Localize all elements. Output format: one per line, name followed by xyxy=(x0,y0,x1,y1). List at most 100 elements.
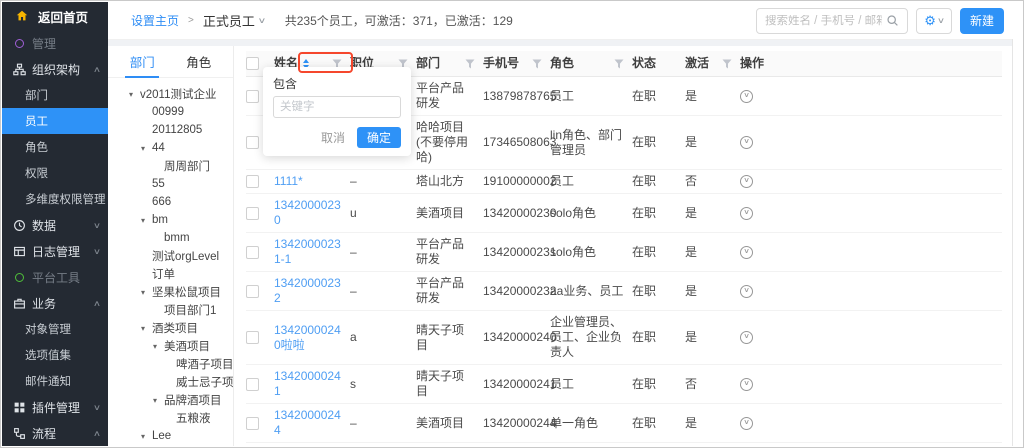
tree-node[interactable]: 666 xyxy=(108,193,233,211)
sidebar-item-object-management[interactable]: 对象管理 xyxy=(2,316,108,342)
tree-node[interactable]: 美酒项目 xyxy=(108,337,233,355)
search-icon[interactable] xyxy=(886,14,899,27)
row-actions-icon[interactable] xyxy=(740,175,753,188)
row-actions-icon[interactable] xyxy=(740,331,753,344)
row-actions-icon[interactable] xyxy=(740,246,753,259)
tree-expand-arrow[interactable] xyxy=(141,216,152,225)
row-actions-icon[interactable] xyxy=(740,378,753,391)
table-row: 13420000240啦啦 a 晴天子项目 13420000240 企业管理员、… xyxy=(246,311,1002,365)
tree-expand-arrow[interactable] xyxy=(141,144,152,153)
row-actions-icon[interactable] xyxy=(740,136,753,149)
tree-node[interactable]: 坚果松鼠项目 xyxy=(108,283,233,301)
search-box xyxy=(756,8,908,34)
role-cell: solo角色 xyxy=(550,245,596,259)
sidebar-item-guanli[interactable]: 管理 xyxy=(2,30,108,56)
filter-icon[interactable] xyxy=(465,59,475,69)
tab-roles[interactable]: 角色 xyxy=(171,46,228,77)
row-checkbox[interactable] xyxy=(246,417,259,430)
role-cell: 员工 xyxy=(550,377,574,391)
breadcrumb-home-link[interactable]: 设置主页 xyxy=(131,12,179,29)
tree-node-label: v2011测试企业 xyxy=(140,86,216,102)
search-input[interactable] xyxy=(765,15,882,27)
sidebar-item-logs[interactable]: 日志管理 ∨ xyxy=(2,238,108,264)
sidebar-item-multidim-permissions[interactable]: 多维度权限管理 xyxy=(2,186,108,212)
scrollbar-track[interactable] xyxy=(1012,39,1022,446)
sidebar-item-option-sets[interactable]: 选项值集 xyxy=(2,342,108,368)
sidebar-item-workflow[interactable]: 流程 ∧ xyxy=(2,420,108,446)
employee-name-link[interactable]: 13420000232 xyxy=(274,276,342,306)
tree-node-label: bmm xyxy=(164,232,190,244)
grid-icon xyxy=(12,401,27,414)
employee-name-link[interactable]: 13420000240啦啦 xyxy=(274,323,342,353)
tab-departments[interactable]: 部门 xyxy=(114,46,171,77)
row-actions-icon[interactable] xyxy=(740,285,753,298)
filter-keyword-input[interactable] xyxy=(273,96,401,118)
tree-node[interactable]: 五粮液 xyxy=(108,409,233,427)
employee-name-link[interactable]: 13420000230 xyxy=(274,198,342,228)
filter-cancel-button[interactable]: 取消 xyxy=(321,129,345,146)
tree-node[interactable]: 55 xyxy=(108,175,233,193)
tree-node[interactable]: 订单 xyxy=(108,265,233,283)
employee-name-link[interactable]: 1111* xyxy=(274,174,342,189)
employee-name-link[interactable]: 13420000241 xyxy=(274,369,342,399)
tree-node[interactable]: 酒类项目 xyxy=(108,319,233,337)
employee-name-link[interactable]: 13420000231-1 xyxy=(274,237,342,267)
row-actions-icon[interactable] xyxy=(740,90,753,103)
tree-node[interactable]: 周周部门 xyxy=(108,157,233,175)
sidebar-item-business[interactable]: 业务 ∧ xyxy=(2,290,108,316)
tree-node[interactable]: 44 xyxy=(108,139,233,157)
tree-node-label: 威士忌子项目 xyxy=(176,374,234,390)
tree-node[interactable]: bmm xyxy=(108,229,233,247)
row-checkbox[interactable] xyxy=(246,175,259,188)
tree-node[interactable]: 品牌酒项目 xyxy=(108,391,233,409)
phone-cell: 13420000241 xyxy=(483,377,556,392)
employee-name-link[interactable]: 13420000244 xyxy=(274,408,342,438)
row-checkbox[interactable] xyxy=(246,207,259,220)
settings-dropdown-button[interactable]: ⚙ ∨ xyxy=(916,8,952,34)
tree-expand-arrow[interactable] xyxy=(141,288,152,297)
sidebar-item-data[interactable]: 数据 ∨ xyxy=(2,212,108,238)
tree-expand-arrow[interactable] xyxy=(153,396,164,405)
tree-node[interactable]: 项目部门1 xyxy=(108,301,233,319)
chevron-down-icon[interactable]: ∨ xyxy=(257,16,266,25)
row-actions-icon[interactable] xyxy=(740,417,753,430)
tree-expand-arrow[interactable] xyxy=(153,342,164,351)
sidebar-item-departments[interactable]: 部门 xyxy=(2,82,108,108)
role-cell: 企业管理员、员工、企业负责人 xyxy=(550,315,622,359)
tree-node[interactable]: 啤酒子项目 xyxy=(108,355,233,373)
tree-node[interactable]: Lee xyxy=(108,427,233,445)
breadcrumb-current[interactable]: 正式员工 xyxy=(203,11,255,30)
tree-expand-arrow[interactable] xyxy=(141,324,152,333)
tree-expand-arrow[interactable] xyxy=(129,90,140,99)
sidebar-home-link[interactable]: 返回首页 xyxy=(2,2,108,30)
select-all-checkbox[interactable] xyxy=(246,57,259,70)
tree-node-label: 666 xyxy=(152,196,171,208)
tree-node[interactable]: v2011测试企业 xyxy=(108,85,233,103)
tree-node[interactable]: 20112805 xyxy=(108,121,233,139)
sidebar-item-employees[interactable]: 员工 xyxy=(2,108,108,134)
tree-node-label: 00999 xyxy=(152,106,184,118)
row-checkbox[interactable] xyxy=(246,136,259,149)
sidebar-item-permissions[interactable]: 权限 xyxy=(2,160,108,186)
tree-node[interactable]: 威士忌子项目 xyxy=(108,373,233,391)
sidebar-item-platform-tools[interactable]: 平台工具 xyxy=(2,264,108,290)
create-new-button[interactable]: 新建 xyxy=(960,8,1004,34)
row-actions-icon[interactable] xyxy=(740,207,753,220)
sidebar-item-org-structure[interactable]: 组织架构 ∧ xyxy=(2,56,108,82)
sidebar-item-plugins[interactable]: 插件管理 ∨ xyxy=(2,394,108,420)
row-checkbox[interactable] xyxy=(246,90,259,103)
tree-node[interactable]: 测试orgLevel xyxy=(108,247,233,265)
tree-node[interactable]: 00999 xyxy=(108,103,233,121)
sidebar-item-roles[interactable]: 角色 xyxy=(2,134,108,160)
tree-expand-arrow[interactable] xyxy=(141,432,152,441)
filter-icon[interactable] xyxy=(722,59,732,69)
filter-confirm-button[interactable]: 确定 xyxy=(357,127,401,148)
row-checkbox[interactable] xyxy=(246,331,259,344)
filter-icon[interactable] xyxy=(532,59,542,69)
tree-node[interactable]: bm xyxy=(108,211,233,229)
row-checkbox[interactable] xyxy=(246,285,259,298)
sidebar-item-email-notify[interactable]: 邮件通知 xyxy=(2,368,108,394)
row-checkbox[interactable] xyxy=(246,246,259,259)
row-checkbox[interactable] xyxy=(246,378,259,391)
filter-icon[interactable] xyxy=(614,59,624,69)
